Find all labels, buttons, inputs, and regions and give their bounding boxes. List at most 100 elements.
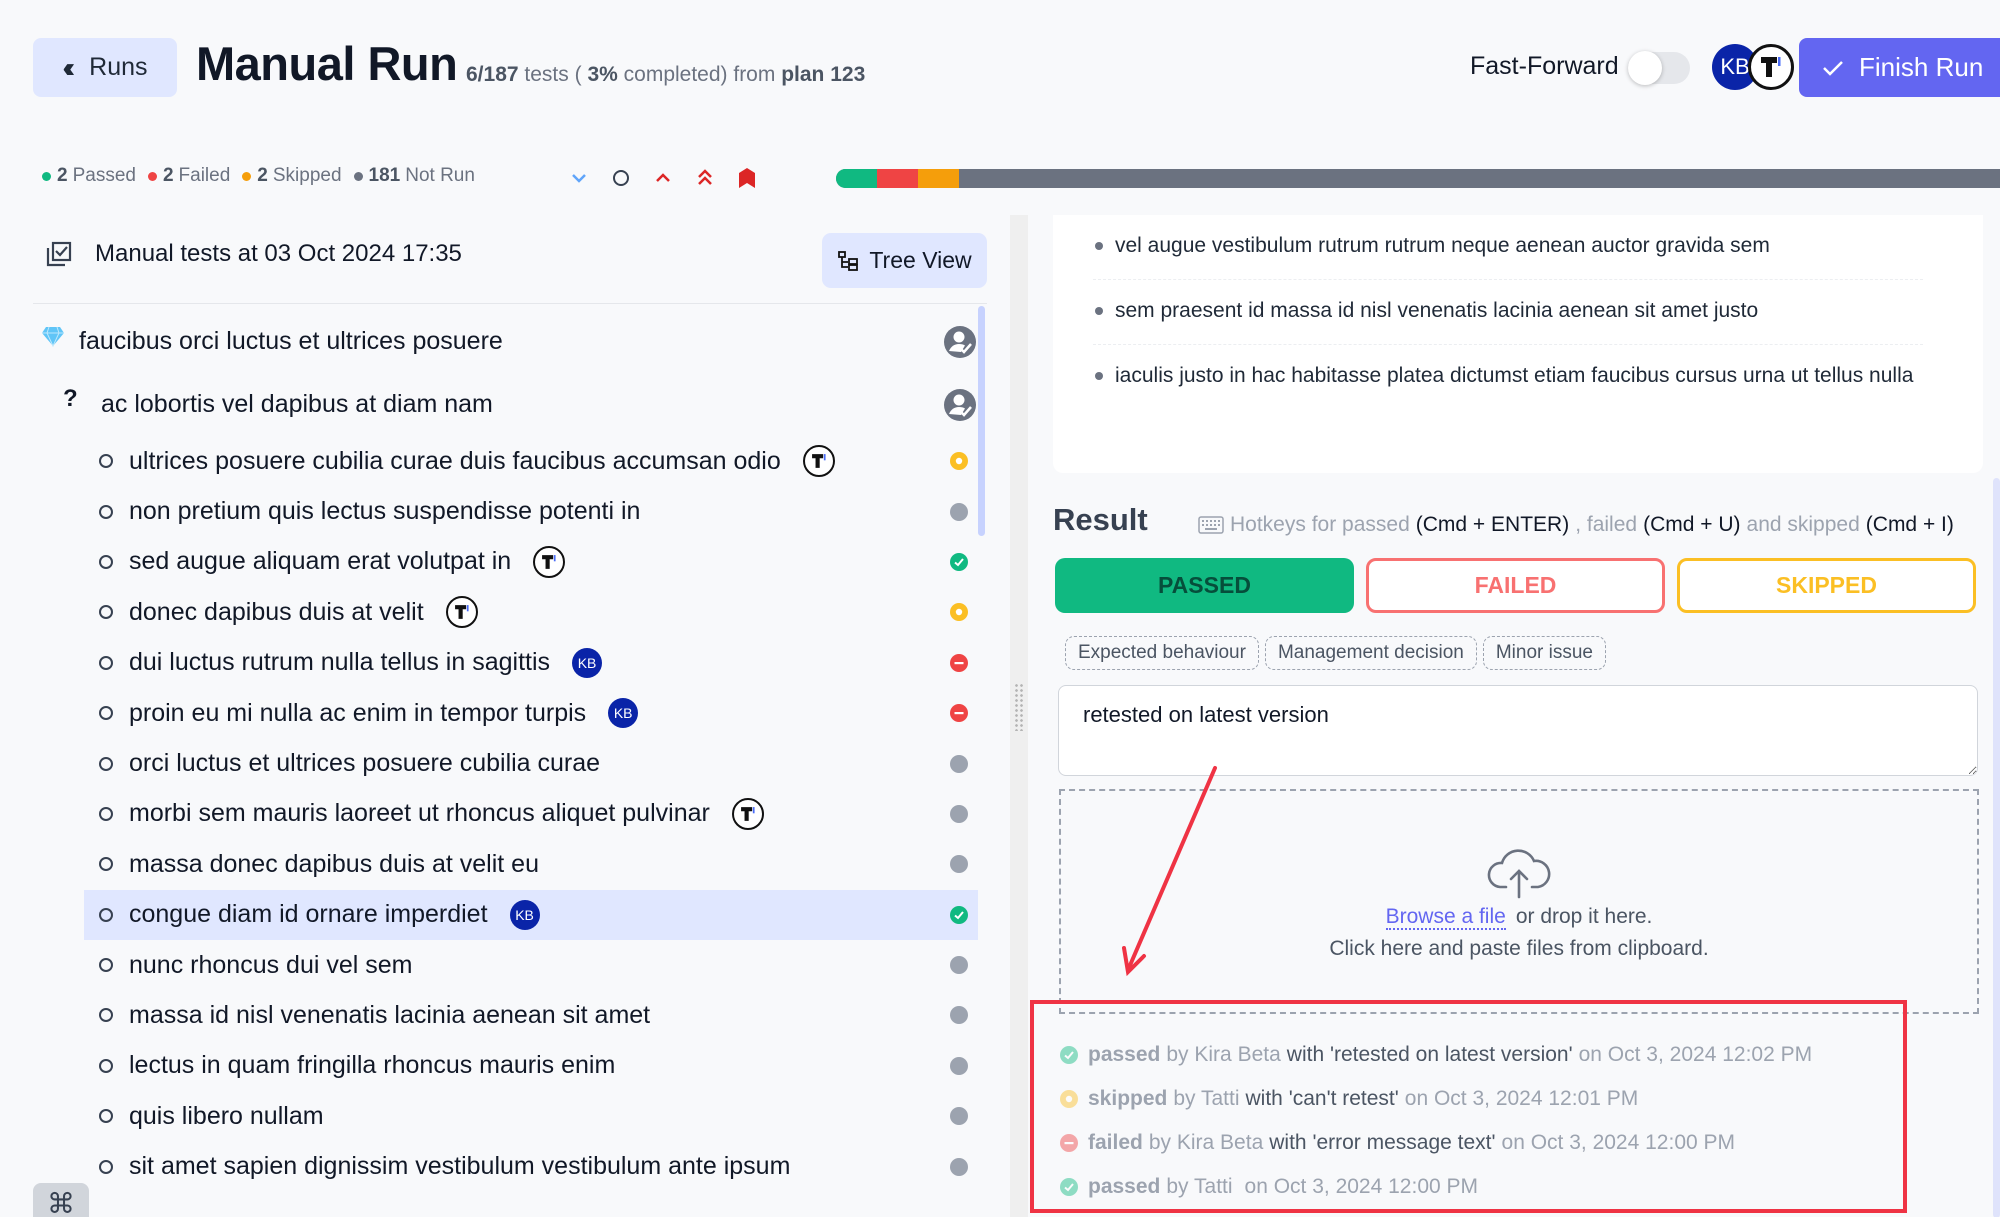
avatar-t[interactable]	[1748, 44, 1794, 90]
run-progress-count: 6/187	[466, 63, 519, 86]
test-row[interactable]: donec dapibus duis at velit	[33, 587, 978, 637]
test-circle-icon	[99, 504, 113, 519]
test-row[interactable]: ultrices posuere cubilia curae duis fauc…	[33, 436, 978, 486]
test-row[interactable]: orci luctus et ultrices posuere cubilia …	[33, 738, 978, 788]
command-palette-button[interactable]: ⌘	[33, 1183, 89, 1217]
test-label: morbi sem mauris laoreet ut rhoncus aliq…	[129, 799, 710, 828]
history-message: with 'retested on latest version'	[1286, 1043, 1573, 1066]
stat-failed[interactable]: 2 Failed	[147, 165, 230, 187]
progress-segment-passed	[836, 169, 877, 188]
mark-passed-button[interactable]: PASSED	[1055, 558, 1354, 613]
test-row[interactable]: proin eu mi nulla ac enim in tempor turp…	[33, 688, 978, 738]
checklist-icon	[46, 241, 72, 267]
suite-row[interactable]: ? ac lobortis vel dapibus at diam nam	[33, 373, 978, 436]
suite-row[interactable]: faucibus orci luctus et ultrices posuere	[33, 310, 978, 373]
history-status: passed	[1088, 1175, 1161, 1198]
test-label: proin eu mi nulla ac enim in tempor turp…	[129, 698, 587, 727]
critical-priority-icon[interactable]	[736, 167, 758, 189]
mark-skipped-button[interactable]: SKIPPED	[1677, 558, 1976, 613]
question-icon: ?	[63, 384, 78, 412]
stat-skipped[interactable]: 2 Skipped	[242, 165, 342, 187]
detail-scrollbar[interactable]	[1993, 478, 2000, 1217]
highest-priority-icon[interactable]	[694, 167, 716, 189]
history-time: on Oct 3, 2024 12:01 PM	[1404, 1087, 1639, 1110]
history-entry: passed by Tatti on Oct 3, 2024 12:00 PM	[1060, 1165, 1812, 1209]
back-to-runs-button[interactable]: ‹‹ Runs	[33, 38, 177, 97]
test-label: massa donec dapibus duis at velit eu	[129, 849, 539, 878]
test-label: non pretium quis lectus suspendisse pote…	[129, 497, 641, 526]
test-circle-icon	[99, 605, 113, 620]
back-label: Runs	[89, 53, 148, 81]
assignee-avatar-t	[802, 445, 835, 478]
history-entry: passed by Kira Beta with 'retested on la…	[1060, 1033, 1812, 1077]
tree-view-button[interactable]: Tree View	[822, 233, 987, 288]
test-row[interactable]: sed augue aliquam erat volutpat in	[33, 537, 978, 587]
suite-label: ac lobortis vel dapibus at diam nam	[101, 390, 493, 418]
status-not-run-icon	[950, 1056, 968, 1075]
user-check-icon[interactable]	[944, 388, 976, 421]
test-label: sit amet sapien dignissim vestibulum ves…	[129, 1152, 791, 1181]
test-row[interactable]: morbi sem mauris laoreet ut rhoncus aliq…	[33, 789, 978, 839]
command-icon: ⌘	[47, 1187, 75, 1217]
test-label: donec dapibus duis at velit	[129, 597, 424, 626]
divider	[33, 303, 987, 304]
description-item: vel augue vestibulum rutrum rutrum neque…	[1093, 215, 1923, 280]
status-not-run-icon	[950, 754, 968, 773]
test-label: orci luctus et ultrices posuere cubilia …	[129, 749, 601, 778]
tree-scrollbar[interactable]	[978, 306, 985, 536]
test-row[interactable]: massa id nisl venenatis lacinia aenean s…	[33, 990, 978, 1040]
test-circle-icon	[99, 806, 113, 821]
fast-forward-toggle[interactable]	[1628, 51, 1690, 85]
chip-management-decision[interactable]: Management decision	[1264, 636, 1477, 670]
test-row[interactable]: massa donec dapibus duis at velit eu	[33, 839, 978, 889]
history-skipped-icon	[1060, 1090, 1078, 1108]
resize-grip-icon[interactable]	[1014, 683, 1024, 731]
test-label: congue diam id ornare imperdiet	[129, 900, 488, 929]
file-dropzone[interactable]: Browse a file or drop it here. Click here…	[1059, 789, 1979, 1014]
progress-segment-failed	[876, 169, 918, 188]
test-row[interactable]: non pretium quis lectus suspendisse pote…	[33, 486, 978, 536]
test-row[interactable]: nunc rhoncus dui vel sem	[33, 940, 978, 990]
normal-priority-icon[interactable]	[610, 167, 632, 189]
test-row[interactable]: quis libero nullam	[33, 1091, 978, 1141]
priority-filters	[568, 167, 758, 189]
test-circle-icon	[99, 857, 113, 872]
result-comment-input[interactable]	[1058, 685, 1978, 776]
history-status: skipped	[1088, 1087, 1168, 1110]
status-not-run-icon	[950, 956, 968, 975]
stat-not-run[interactable]: 181 Not Run	[353, 165, 475, 187]
history-time: on Oct 3, 2024 12:00 PM	[1501, 1131, 1736, 1154]
finish-run-button[interactable]: Finish Run	[1799, 38, 2000, 97]
status-not-run-icon	[950, 1157, 968, 1176]
passed-dot-icon	[42, 172, 51, 181]
keyboard-icon	[1198, 516, 1224, 534]
test-row-selected[interactable]: congue diam id ornare imperdiet KB	[84, 889, 978, 940]
test-row[interactable]: lectus in quam fringilla rhoncus mauris …	[33, 1041, 978, 1091]
test-circle-icon	[99, 706, 113, 721]
history-status: passed	[1088, 1043, 1161, 1066]
fast-forward-label: Fast-Forward	[1470, 52, 1619, 80]
test-circle-icon	[99, 454, 113, 469]
suite-label: faucibus orci luctus et ultrices posuere	[79, 327, 503, 355]
user-check-icon[interactable]	[944, 325, 976, 358]
status-not-run-icon	[950, 804, 968, 823]
test-row[interactable]: dui luctus rutrum nulla tellus in sagitt…	[33, 638, 978, 688]
double-chevron-left-icon: ‹‹	[62, 51, 74, 83]
skipped-dot-icon	[242, 172, 252, 181]
plan-link[interactable]: plan 123	[781, 63, 865, 86]
test-circle-icon	[99, 756, 113, 771]
mark-failed-button[interactable]: FAILED	[1366, 558, 1665, 613]
high-priority-icon[interactable]	[652, 167, 674, 189]
stat-passed[interactable]: 2 Passed	[42, 165, 136, 187]
history-passed-icon	[1060, 1178, 1078, 1196]
chip-minor-issue[interactable]: Minor issue	[1482, 636, 1606, 670]
status-not-run-icon	[950, 1006, 968, 1025]
status-failed-icon	[950, 653, 968, 672]
test-row[interactable]: sit amet sapien dignissim vestibulum ves…	[33, 1141, 978, 1191]
chip-expected-behaviour[interactable]: Expected behaviour	[1065, 636, 1259, 670]
browse-file-link[interactable]: Browse a file	[1385, 904, 1506, 930]
low-priority-icon[interactable]	[568, 167, 590, 189]
status-skipped-icon	[950, 452, 968, 471]
test-circle-icon	[99, 907, 113, 922]
test-label: massa id nisl venenatis lacinia aenean s…	[129, 1000, 651, 1029]
